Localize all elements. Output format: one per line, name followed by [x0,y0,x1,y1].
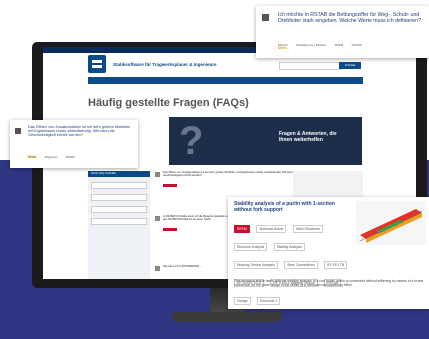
more-link[interactable]: Mehr... [278,46,289,50]
tag[interactable]: RFEM [335,43,344,47]
sidebar-header: NACH FAQ SUCHEN [88,171,150,177]
keyword-field[interactable] [91,182,147,189]
document-icon [155,172,160,177]
main-nav[interactable] [88,77,363,84]
document-icon [155,216,160,221]
article-card[interactable]: Stability analysis of a purlin with 1-se… [228,197,429,309]
tag[interactable]: RSTAB [352,43,362,47]
card-tags: DKH17 Modellierung | Struktur RFEM RSTAB [278,33,365,51]
banner-text: Fragen & Antworten, die Ihnen weiterhelf… [279,131,337,143]
faq-search-sidebar: NACH FAQ SUCHEN [88,171,150,279]
chip[interactable]: Technical Article [256,225,287,233]
card-title[interactable]: Das Öffnen von Zusatzmodulen ist bei seh… [28,125,136,137]
chip[interactable]: Eurocode 3 [257,297,281,305]
purlin-model-image [356,201,426,245]
tag[interactable]: Modellierung | Struktur [296,43,326,47]
chip[interactable]: Warping Torsion Analysis [234,261,278,269]
monitor-foot [172,312,282,322]
faq-card-left[interactable]: Das Öffnen von Zusatzmodulen ist bei seh… [10,120,138,168]
card-tags: DKH5 Allgemein RFEM [28,145,79,163]
article-chips: RFEM Technical Article Steel Structures … [234,217,352,307]
site-tagline: Statiksoftware für Tragwerksplaner & Ing… [113,62,217,67]
search-button[interactable]: SUCHE [339,62,361,69]
faq-card-top[interactable]: Ich möchte in RSTAB die Bettungsziffer f… [256,6,429,58]
card-title[interactable]: Stability analysis of a purlin with 1-se… [234,201,344,213]
chip[interactable]: Structure Analysis [234,243,268,251]
faq-banner: ? Fragen & Antworten, die Ihnen weiterhe… [169,117,362,165]
chip[interactable]: Steel Structures [292,225,323,233]
chip[interactable]: Design [234,297,251,305]
page-title: Häufig gestellte Fragen (FAQs) [88,97,249,109]
program-field[interactable] [91,206,147,213]
chip[interactable]: Steel Connections [284,261,318,269]
chip[interactable]: Stability Analysis [273,243,305,251]
dlubal-logo[interactable] [88,55,106,73]
tag[interactable]: RFEM [66,155,75,159]
card-title[interactable]: Ich möchte in RSTAB die Bettungsziffer f… [278,12,428,24]
status-badge [163,184,177,187]
category-field[interactable] [91,194,147,201]
status-badge [163,228,177,231]
result-title[interactable]: Das Öffnen von Zusatzmodulen ist bei seh… [163,171,313,177]
document-icon [155,266,160,271]
document-icon [15,128,21,134]
chip[interactable]: RFEM [234,225,250,233]
document-icon [262,14,269,21]
question-mark-graphic: ? [179,119,204,163]
more-link[interactable]: Mehr... [28,155,39,159]
chip[interactable]: RF-FE-LTB [324,261,348,269]
module-field[interactable] [91,218,147,225]
search-input[interactable] [279,62,341,70]
tag[interactable]: Allgemein [44,155,57,159]
article-body: This technical article deals with the st… [234,279,424,288]
